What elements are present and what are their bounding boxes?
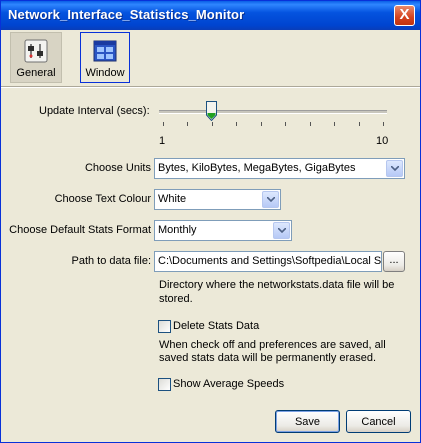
save-button[interactable]: Save — [275, 410, 340, 433]
cancel-button-label: Cancel — [361, 416, 396, 428]
stats-format-select[interactable]: Monthly — [154, 220, 292, 241]
text-colour-label: Choose Text Colour — [54, 193, 151, 205]
data-path-input[interactable]: C:\Documents and Settings\Softpedia\Loca… — [154, 251, 382, 272]
units-select-value: Bytes, KiloBytes, MegaBytes, GigaBytes — [158, 162, 356, 174]
update-interval-slider-track[interactable] — [159, 110, 387, 114]
settings-dialog: Network_Interface_Statistics_Monitor X G… — [0, 0, 421, 443]
slider-max-label: 10 — [376, 135, 389, 147]
title-bar[interactable]: Network_Interface_Statistics_Monitor X — [1, 1, 420, 30]
slider-tick — [212, 122, 213, 126]
window-grid-icon — [93, 40, 117, 62]
browse-button-label: ... — [389, 254, 399, 266]
cancel-button[interactable]: Cancel — [346, 410, 411, 433]
update-interval-label: Update Interval (secs): — [39, 105, 150, 117]
slider-tick — [383, 122, 384, 126]
update-interval-slider-thumb[interactable] — [206, 101, 217, 121]
toolbar-divider — [1, 86, 420, 88]
data-path-help-line2: stored. — [159, 293, 193, 305]
slider-tick — [285, 122, 286, 126]
slider-tick — [236, 122, 237, 126]
data-path-value: C:\Documents and Settings\Softpedia\Loca… — [158, 255, 382, 267]
slider-min-label: 1 — [159, 135, 166, 147]
tab-window-label: Window — [85, 67, 125, 79]
delete-stats-help-line2: saved stats data will be permanently era… — [159, 352, 377, 364]
text-colour-select-value: White — [158, 193, 187, 205]
units-label: Choose Units — [84, 162, 151, 174]
delete-stats-help-line1: When check off and preferences are saved… — [159, 339, 386, 351]
delete-stats-checkbox[interactable] — [158, 320, 171, 333]
window-title: Network_Interface_Statistics_Monitor — [8, 7, 245, 22]
close-button[interactable]: X — [394, 5, 415, 26]
data-path-label: Path to data file: — [71, 255, 152, 267]
stats-format-label: Choose Default Stats Format — [9, 224, 151, 236]
tab-general-label: General — [16, 67, 56, 79]
save-button-label: Save — [294, 416, 321, 428]
average-speeds-checkbox[interactable] — [158, 378, 171, 391]
units-select[interactable]: Bytes, KiloBytes, MegaBytes, GigaBytes — [154, 158, 405, 179]
preferences-toolbar: General Window — [1, 30, 420, 85]
stats-format-select-value: Monthly — [158, 224, 197, 236]
slider-tick — [187, 122, 188, 126]
slider-tick — [359, 122, 360, 126]
slider-tick — [310, 122, 311, 126]
delete-stats-label[interactable]: Delete Stats Data — [173, 320, 259, 332]
close-icon: X — [399, 6, 410, 23]
slider-tick — [163, 122, 164, 126]
slider-ticks — [163, 122, 384, 127]
slider-tick — [261, 122, 262, 126]
browse-button[interactable]: ... — [383, 251, 405, 272]
settings-panel-icon — [24, 39, 48, 63]
chevron-down-icon[interactable] — [273, 222, 290, 239]
tab-general[interactable]: General — [10, 32, 62, 83]
data-path-help-line1: Directory where the networkstats.data fi… — [159, 279, 395, 291]
chevron-down-icon[interactable] — [262, 191, 279, 208]
text-colour-select[interactable]: White — [154, 189, 281, 210]
tab-window[interactable]: Window — [80, 32, 130, 83]
slider-tick — [334, 122, 335, 126]
chevron-down-icon[interactable] — [386, 160, 403, 177]
average-speeds-label[interactable]: Show Average Speeds — [173, 378, 284, 390]
